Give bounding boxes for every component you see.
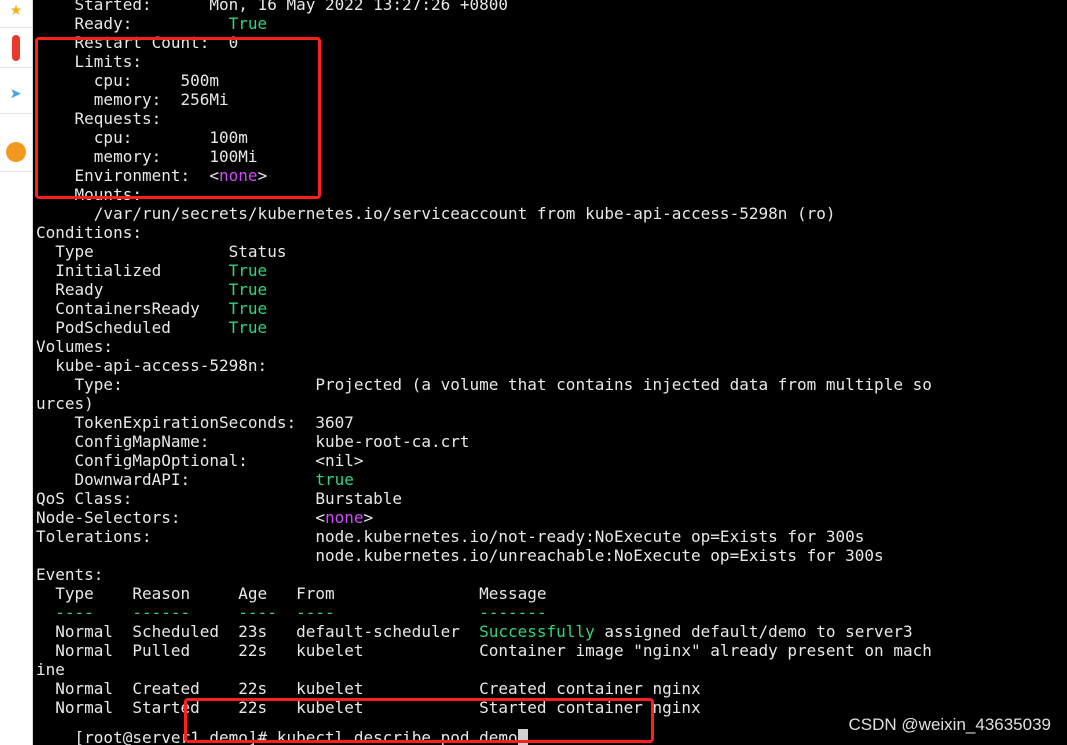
terminal-text: cpu: 100m bbox=[36, 128, 248, 147]
csdn-watermark: CSDN @weixin_43635039 bbox=[848, 715, 1051, 734]
terminal-line: memory: 100Mi bbox=[36, 147, 258, 166]
terminal-text: Initialized bbox=[36, 261, 229, 280]
terminal-line: ---- ------ ---- ---- ------- bbox=[36, 603, 547, 622]
command-prompt-line[interactable]: [root@server1 demo]# kubectl describe po… bbox=[36, 709, 528, 745]
terminal-text: Type Status bbox=[36, 242, 287, 261]
terminal-line: Ready True bbox=[36, 280, 267, 299]
terminal-line: node.kubernetes.io/unreachable:NoExecute… bbox=[36, 546, 884, 565]
terminal-text: node.kubernetes.io/unreachable:NoExecute… bbox=[36, 546, 884, 565]
terminal-text: TokenExpirationSeconds: 3607 bbox=[36, 413, 354, 432]
terminal-text: memory: 100Mi bbox=[36, 147, 258, 166]
terminal-text: Ready bbox=[36, 280, 229, 299]
terminal-text: none bbox=[324, 508, 364, 527]
terminal-text: > bbox=[257, 166, 268, 185]
terminal-line: urces) bbox=[36, 394, 94, 413]
terminal-line: Ready: True bbox=[36, 14, 268, 33]
terminal-line: Conditions: bbox=[36, 223, 142, 242]
terminal-text: Node-Selectors: < bbox=[36, 508, 325, 527]
terminal-text: /var/run/secrets/kubernetes.io/serviceac… bbox=[36, 204, 836, 223]
terminal-line: ConfigMapName: kube-root-ca.crt bbox=[36, 432, 470, 451]
typed-command[interactable]: kubectl describe pod demo bbox=[277, 728, 518, 745]
terminal-line: memory: 256Mi bbox=[36, 90, 229, 109]
terminal-text: > bbox=[363, 508, 374, 527]
terminal-line: Volumes: bbox=[36, 337, 113, 356]
terminal-text: DownwardAPI: bbox=[36, 470, 316, 489]
terminal-line: Normal Created 22s kubelet Created conta… bbox=[36, 679, 701, 698]
terminal-text: Requests: bbox=[36, 109, 162, 128]
terminal-line: Tolerations: node.kubernetes.io/not-read… bbox=[36, 527, 864, 546]
terminal-line: Started: Mon, 16 May 2022 13:27:26 +0800 bbox=[36, 0, 508, 14]
terminal-text: Limits: bbox=[36, 52, 142, 71]
red-badge-icon[interactable] bbox=[0, 28, 32, 68]
star-icon[interactable]: ★ bbox=[0, 0, 32, 28]
text-cursor bbox=[517, 729, 528, 745]
terminal-line: Initialized True bbox=[36, 261, 267, 280]
terminal-line: kube-api-access-5298n: bbox=[36, 356, 267, 375]
terminal-text: True bbox=[228, 299, 268, 318]
shell-prompt: [root@server1 demo]# bbox=[74, 728, 277, 745]
terminal-line: Mounts: bbox=[36, 185, 142, 204]
terminal-text: ine bbox=[36, 660, 65, 679]
terminal-line: Type Status bbox=[36, 242, 286, 261]
terminal-text: Mounts: bbox=[36, 185, 142, 204]
terminal-text: Volumes: bbox=[36, 337, 114, 356]
paper-plane-icon[interactable]: ➤ bbox=[0, 74, 32, 114]
terminal-line: Environment: <none> bbox=[36, 166, 268, 185]
terminal-text: assigned default/demo to server3 bbox=[594, 622, 913, 641]
terminal-line: /var/run/secrets/kubernetes.io/serviceac… bbox=[36, 204, 836, 223]
app-sidebar: ★ ➤ bbox=[0, 0, 33, 745]
terminal-line: cpu: 500m bbox=[36, 71, 219, 90]
terminal-text: Tolerations: node.kubernetes.io/not-read… bbox=[36, 527, 865, 546]
terminal-text: Conditions: bbox=[36, 223, 142, 242]
terminal-line: DownwardAPI: true bbox=[36, 470, 354, 489]
terminal-line: cpu: 100m bbox=[36, 128, 248, 147]
terminal-line: Restart Count: 0 bbox=[36, 33, 239, 52]
terminal-text: Started: Mon, 16 May 2022 13:27:26 +0800 bbox=[36, 0, 509, 14]
terminal-line: ContainersReady True bbox=[36, 299, 267, 318]
terminal-line: TokenExpirationSeconds: 3607 bbox=[36, 413, 354, 432]
terminal-line: Events: bbox=[36, 565, 103, 584]
terminal-text: True bbox=[228, 280, 268, 299]
terminal-text: Successfully bbox=[479, 622, 595, 641]
terminal-text: Restart Count: 0 bbox=[36, 33, 239, 52]
terminal-text: memory: 256Mi bbox=[36, 90, 229, 109]
terminal-line: ConfigMapOptional: <nil> bbox=[36, 451, 364, 470]
terminal-line: Requests: bbox=[36, 109, 162, 128]
terminal-line: Limits: bbox=[36, 52, 142, 71]
terminal-line: Normal Pulled 22s kubelet Container imag… bbox=[36, 641, 932, 660]
terminal-text: true bbox=[315, 470, 354, 489]
terminal-text: Normal Scheduled 23s default-scheduler bbox=[36, 622, 480, 641]
terminal-line: Node-Selectors: <none> bbox=[36, 508, 373, 527]
terminal-line: PodScheduled True bbox=[36, 318, 267, 337]
terminal-output[interactable]: Started: Mon, 16 May 2022 13:27:26 +0800… bbox=[33, 0, 1067, 745]
terminal-text: urces) bbox=[36, 394, 94, 413]
terminal-text: kube-api-access-5298n: bbox=[36, 356, 268, 375]
terminal-text: cpu: 500m bbox=[36, 71, 220, 90]
terminal-text: True bbox=[228, 14, 268, 33]
terminal-line: Type: Projected (a volume that contains … bbox=[36, 375, 932, 394]
terminal-text: Type: Projected (a volume that contains … bbox=[36, 375, 932, 394]
terminal-line: QoS Class: Burstable bbox=[36, 489, 402, 508]
terminal-text: Normal Pulled 22s kubelet Container imag… bbox=[36, 641, 932, 660]
terminal-line: ine bbox=[36, 660, 65, 679]
terminal-line: Normal Scheduled 23s default-scheduler S… bbox=[36, 622, 913, 641]
terminal-text: Events: bbox=[36, 565, 104, 584]
terminal-text: PodScheduled bbox=[36, 318, 229, 337]
terminal-text: QoS Class: Burstable bbox=[36, 489, 403, 508]
terminal-text: ConfigMapOptional: <nil> bbox=[36, 451, 364, 470]
terminal-text: Normal Created 22s kubelet Created conta… bbox=[36, 679, 701, 698]
terminal-text: True bbox=[228, 261, 268, 280]
terminal-text: Ready: bbox=[36, 14, 229, 33]
terminal-text: True bbox=[228, 318, 268, 337]
terminal-text: ContainersReady bbox=[36, 299, 229, 318]
palette-icon[interactable] bbox=[0, 132, 32, 172]
terminal-text: ---- ------ ---- ---- ------- bbox=[36, 603, 547, 622]
terminal-text: none bbox=[219, 166, 258, 185]
terminal-line: Type Reason Age From Message bbox=[36, 584, 547, 603]
terminal-text: ConfigMapName: kube-root-ca.crt bbox=[36, 432, 470, 451]
terminal-text: Type Reason Age From Message bbox=[36, 584, 547, 603]
terminal-text: Environment: < bbox=[36, 166, 220, 185]
